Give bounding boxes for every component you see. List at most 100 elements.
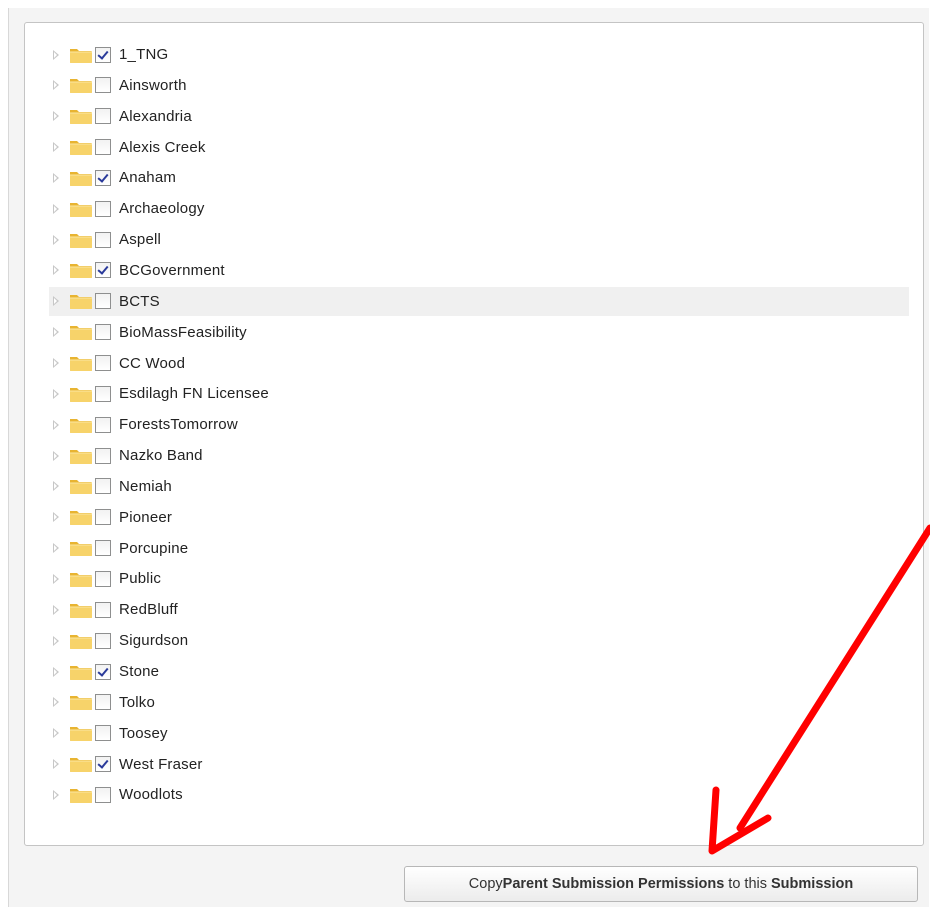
folder-checkbox[interactable] [95,293,111,310]
tree-row[interactable]: BioMassFeasibility [49,318,909,347]
expand-arrow-icon[interactable] [51,202,62,216]
folder-label[interactable]: Woodlots [119,786,183,803]
tree-row[interactable]: BCTS [49,286,909,316]
folder-checkbox[interactable] [95,478,111,495]
tree-row[interactable]: Public [49,564,909,593]
folder-label[interactable]: ForestsTomorrow [119,416,238,433]
expand-arrow-icon[interactable] [51,387,62,401]
folder-label[interactable]: Esdilagh FN Licensee [119,385,269,402]
tree-row[interactable]: Aspell [49,225,909,254]
expand-arrow-icon[interactable] [51,572,62,586]
folder-checkbox[interactable] [95,756,111,773]
tree-row[interactable]: ForestsTomorrow [49,410,909,439]
folder-label[interactable]: Toosey [119,725,168,742]
folder-label[interactable]: Nazko Band [119,447,203,464]
folder-checkbox[interactable] [95,447,111,464]
folder-checkbox[interactable] [95,200,111,217]
folder-checkbox[interactable] [95,786,111,803]
expand-arrow-icon[interactable] [51,109,62,123]
folder-checkbox[interactable] [95,632,111,649]
expand-arrow-icon[interactable] [51,140,62,154]
folder-checkbox[interactable] [95,46,111,63]
folder-label[interactable]: Archaeology [119,200,205,217]
tree-row[interactable]: 1_TNG [49,40,909,69]
folder-checkbox[interactable] [95,262,111,279]
expand-arrow-icon[interactable] [51,294,62,308]
expand-arrow-icon[interactable] [51,757,62,771]
expand-arrow-icon[interactable] [51,449,62,463]
folder-label[interactable]: Alexis Creek [119,139,206,156]
folder-checkbox[interactable] [95,509,111,526]
folder-checkbox[interactable] [95,169,111,186]
tree-row[interactable]: BCGovernment [49,256,909,285]
folder-label[interactable]: Alexandria [119,108,192,125]
tree-row[interactable]: CC Wood [49,349,909,378]
folder-label[interactable]: Stone [119,663,159,680]
expand-arrow-icon[interactable] [51,510,62,524]
tree-row[interactable]: Woodlots [49,780,909,809]
expand-arrow-icon[interactable] [51,634,62,648]
expand-arrow-icon[interactable] [51,695,62,709]
folder-label[interactable]: West Fraser [119,756,203,773]
expand-arrow-icon[interactable] [51,726,62,740]
folder-checkbox[interactable] [95,139,111,156]
expand-arrow-icon[interactable] [51,479,62,493]
tree-row[interactable]: Nemiah [49,472,909,501]
folder-label[interactable]: Ainsworth [119,77,187,94]
tree-row[interactable]: Sigurdson [49,626,909,655]
expand-arrow-icon[interactable] [51,48,62,62]
folder-label[interactable]: BCGovernment [119,262,225,279]
folder-checkbox[interactable] [95,540,111,557]
expand-arrow-icon[interactable] [51,788,62,802]
expand-arrow-icon[interactable] [51,356,62,370]
tree-row[interactable]: Pioneer [49,503,909,532]
tree-row[interactable]: Esdilagh FN Licensee [49,379,909,408]
folder-checkbox[interactable] [95,77,111,94]
folder-label[interactable]: Anaham [119,169,176,186]
tree-row[interactable]: RedBluff [49,595,909,624]
folder-label[interactable]: Porcupine [119,540,188,557]
tree-row[interactable]: Stone [49,657,909,686]
expand-arrow-icon[interactable] [51,541,62,555]
folder-label[interactable]: Sigurdson [119,632,188,649]
expand-arrow-icon[interactable] [51,78,62,92]
tree-row[interactable]: Alexis Creek [49,133,909,162]
expand-arrow-icon[interactable] [51,325,62,339]
expand-arrow-icon[interactable] [51,665,62,679]
tree-row[interactable]: Nazko Band [49,441,909,470]
expand-arrow-icon[interactable] [51,233,62,247]
tree-row[interactable]: Ainsworth [49,71,909,100]
folder-checkbox[interactable] [95,324,111,341]
folder-label[interactable]: BCTS [119,293,160,310]
folder-label[interactable]: RedBluff [119,601,178,618]
folder-checkbox[interactable] [95,416,111,433]
folder-label[interactable]: BioMassFeasibility [119,324,247,341]
expand-arrow-icon[interactable] [51,603,62,617]
folder-checkbox[interactable] [95,601,111,618]
expand-arrow-icon[interactable] [51,418,62,432]
folder-checkbox[interactable] [95,570,111,587]
folder-checkbox[interactable] [95,385,111,402]
tree-row[interactable]: Porcupine [49,534,909,563]
tree-row[interactable]: Alexandria [49,102,909,131]
tree-row[interactable]: Archaeology [49,194,909,223]
folder-label[interactable]: CC Wood [119,355,185,372]
folder-label[interactable]: Tolko [119,694,155,711]
expand-arrow-icon[interactable] [51,171,62,185]
folder-checkbox[interactable] [95,694,111,711]
folder-label[interactable]: Public [119,570,161,587]
folder-label[interactable]: Nemiah [119,478,172,495]
folder-label[interactable]: Pioneer [119,509,172,526]
tree-row[interactable]: Anaham [49,163,909,192]
copy-parent-permissions-button[interactable]: Copy Parent Submission Permissions to th… [404,866,918,902]
folder-checkbox[interactable] [95,108,111,125]
tree-row[interactable]: West Fraser [49,750,909,779]
folder-label[interactable]: 1_TNG [119,46,168,63]
tree-row[interactable]: Toosey [49,719,909,748]
folder-label[interactable]: Aspell [119,231,161,248]
tree-row[interactable]: Tolko [49,688,909,717]
folder-checkbox[interactable] [95,355,111,371]
folder-checkbox[interactable] [95,725,111,742]
folder-checkbox[interactable] [95,663,111,680]
folder-checkbox[interactable] [95,231,111,248]
